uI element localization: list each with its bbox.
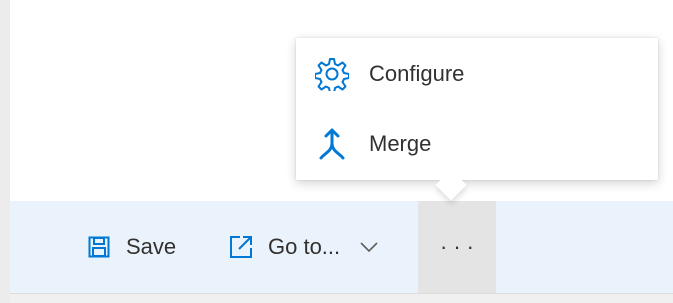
menu-item-configure[interactable]: Configure: [296, 42, 658, 106]
menu-item-merge-label: Merge: [369, 131, 432, 156]
save-button[interactable]: Save: [88, 201, 208, 293]
more-options-button[interactable]: ···: [418, 201, 496, 293]
menu-item-merge[interactable]: Merge: [296, 112, 658, 176]
goto-button[interactable]: Go to...: [228, 201, 414, 293]
open-in-new-icon: [228, 234, 254, 260]
menu-item-configure-label: Configure: [369, 61, 465, 86]
left-rail: [0, 0, 10, 303]
gear-icon: [314, 56, 350, 92]
more-icon: ···: [440, 234, 480, 259]
chevron-down-icon[interactable]: [360, 241, 378, 253]
save-icon: [88, 236, 110, 258]
app-window: Save Go to... ··· Configure Merge: [0, 0, 673, 303]
goto-label: Go to...: [268, 234, 341, 259]
save-label: Save: [126, 234, 177, 259]
command-bar: Save Go to... ···: [10, 201, 673, 293]
merge-icon: [314, 126, 350, 162]
